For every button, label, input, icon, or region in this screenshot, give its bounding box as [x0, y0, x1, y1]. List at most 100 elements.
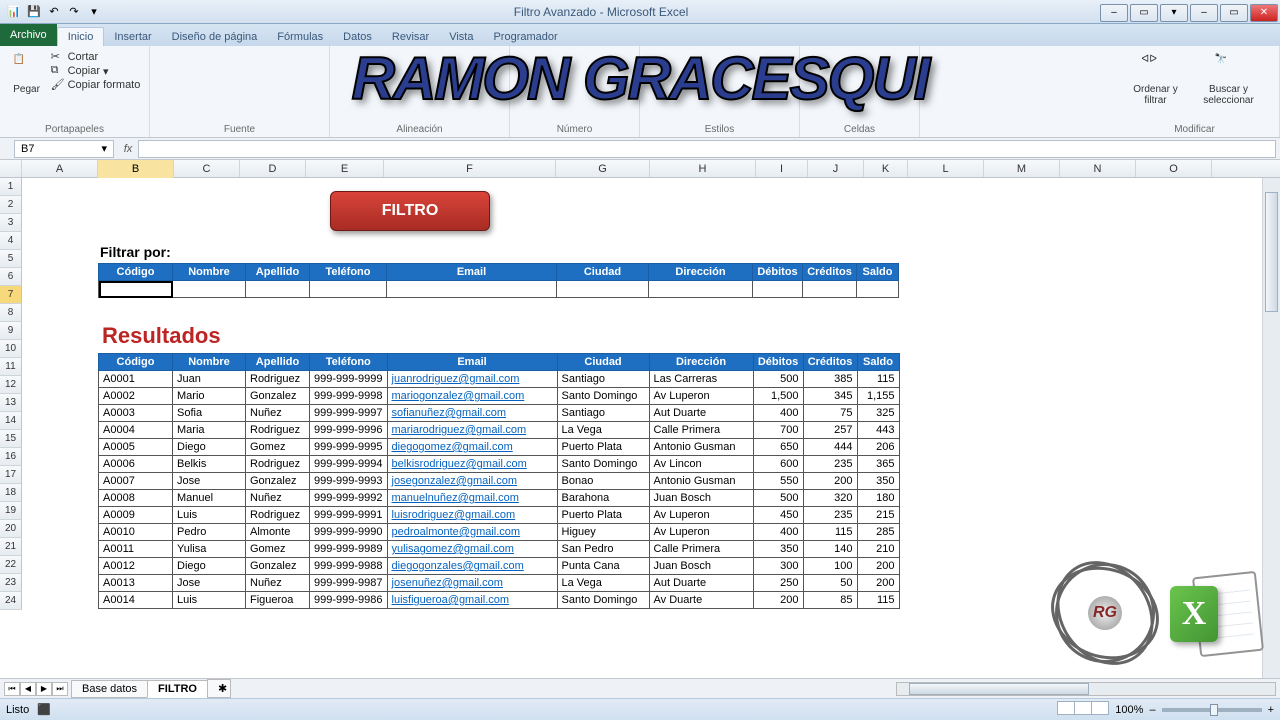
horizontal-scrollbar[interactable] — [896, 682, 1276, 696]
row-header-2[interactable]: 2 — [0, 196, 22, 214]
table-cell[interactable]: Santiago — [557, 405, 649, 422]
email-link[interactable]: diegogonzales@gmail.com — [392, 560, 524, 572]
row-header-17[interactable]: 17 — [0, 466, 22, 484]
table-cell[interactable]: Antonio Gusman — [649, 439, 753, 456]
table-cell[interactable]: Santiago — [557, 371, 649, 388]
table-cell[interactable]: 999-999-9999 — [310, 371, 388, 388]
row-header-18[interactable]: 18 — [0, 484, 22, 502]
table-cell[interactable]: A0009 — [99, 507, 173, 524]
table-cell[interactable]: 600 — [753, 456, 803, 473]
qat-more-icon[interactable]: ▾ — [86, 4, 102, 20]
table-cell[interactable]: 257 — [803, 422, 857, 439]
table-cell[interactable]: 443 — [857, 422, 899, 439]
table-cell[interactable]: 115 — [857, 371, 899, 388]
table-cell[interactable]: 650 — [753, 439, 803, 456]
table-cell[interactable]: josegonzalez@gmail.com — [387, 473, 557, 490]
row-header-24[interactable]: 24 — [0, 592, 22, 610]
formula-input[interactable] — [138, 140, 1276, 158]
table-cell[interactable]: Las Carreras — [649, 371, 753, 388]
table-cell[interactable]: A0011 — [99, 541, 173, 558]
email-link[interactable]: josegonzalez@gmail.com — [392, 475, 518, 487]
row-header-1[interactable]: 1 — [0, 178, 22, 196]
sheet-nav-last-icon[interactable]: ⏭ — [52, 682, 68, 696]
table-cell[interactable]: 999-999-9991 — [310, 507, 388, 524]
table-cell[interactable]: Puerto Plata — [557, 439, 649, 456]
col-header-O[interactable]: O — [1136, 160, 1212, 177]
table-cell[interactable]: 200 — [803, 473, 857, 490]
vertical-scrollbar[interactable] — [1262, 178, 1280, 678]
table-cell[interactable]: 400 — [753, 524, 803, 541]
table-cell[interactable]: 550 — [753, 473, 803, 490]
table-cell[interactable]: Gomez — [246, 541, 310, 558]
table-cell[interactable]: 300 — [753, 558, 803, 575]
table-cell[interactable]: Puerto Plata — [557, 507, 649, 524]
table-cell[interactable]: Nuñez — [246, 490, 310, 507]
table-cell[interactable]: A0012 — [99, 558, 173, 575]
sheet-tab-filtro[interactable]: FILTRO — [147, 680, 208, 698]
sheet-tab-basedatos[interactable]: Base datos — [71, 680, 148, 698]
row-header-11[interactable]: 11 — [0, 358, 22, 376]
table-cell[interactable]: Av Lincon — [649, 456, 753, 473]
table-cell[interactable]: Aut Duarte — [649, 575, 753, 592]
email-link[interactable]: luisrodriguez@gmail.com — [392, 509, 516, 521]
restore-button[interactable]: ▭ — [1130, 4, 1158, 22]
table-cell[interactable]: 235 — [803, 507, 857, 524]
select-all-corner[interactable] — [0, 160, 22, 177]
table-cell[interactable]: 100 — [803, 558, 857, 575]
table-cell[interactable]: Av Luperon — [649, 524, 753, 541]
minimize-ribbon-button[interactable]: ▾ — [1160, 4, 1188, 22]
email-link[interactable]: josenuñez@gmail.com — [392, 577, 503, 589]
table-cell[interactable]: 250 — [753, 575, 803, 592]
table-cell[interactable]: Sofia — [173, 405, 246, 422]
paste-button[interactable]: 📋 Pegar — [9, 50, 45, 122]
macro-record-icon[interactable]: ⬛ — [37, 703, 51, 716]
email-link[interactable]: juanrodriguez@gmail.com — [392, 373, 520, 385]
row-header-21[interactable]: 21 — [0, 538, 22, 556]
tab-insertar[interactable]: Insertar — [104, 28, 161, 46]
row-header-20[interactable]: 20 — [0, 520, 22, 538]
zoom-thumb[interactable] — [1210, 704, 1218, 716]
table-cell[interactable]: 999-999-9987 — [310, 575, 388, 592]
row-header-10[interactable]: 10 — [0, 340, 22, 358]
spreadsheet-grid[interactable]: A B C D E F G H I J K L M N O B 12345678… — [0, 160, 1280, 678]
sheet-nav-next-icon[interactable]: ▶ — [36, 682, 52, 696]
table-cell[interactable]: 400 — [753, 405, 803, 422]
vscroll-thumb[interactable] — [1265, 192, 1278, 312]
table-cell[interactable]: Gonzalez — [246, 473, 310, 490]
col-header-H[interactable]: H — [650, 160, 756, 177]
table-cell[interactable]: mariogonzalez@gmail.com — [387, 388, 557, 405]
tab-formulas[interactable]: Fórmulas — [267, 28, 333, 46]
row-header-12[interactable]: 12 — [0, 376, 22, 394]
table-cell[interactable]: Maria — [173, 422, 246, 439]
table-cell[interactable]: 115 — [803, 524, 857, 541]
table-cell[interactable]: 235 — [803, 456, 857, 473]
copy-button[interactable]: ⧉Copiar ▾ — [51, 64, 141, 78]
row-header-3[interactable]: 3 — [0, 214, 22, 232]
table-cell[interactable]: Juan — [173, 371, 246, 388]
table-cell[interactable]: 50 — [803, 575, 857, 592]
table-cell[interactable]: 500 — [753, 371, 803, 388]
row-header-22[interactable]: 22 — [0, 556, 22, 574]
table-cell[interactable]: Diego — [173, 439, 246, 456]
table-cell[interactable]: Bonao — [557, 473, 649, 490]
table-cell[interactable]: Av Duarte — [649, 592, 753, 609]
fx-icon[interactable]: fx — [118, 143, 138, 155]
minimize-button[interactable]: – — [1100, 4, 1128, 22]
file-tab[interactable]: Archivo — [0, 24, 57, 46]
format-painter-button[interactable]: 🖌Copiar formato — [51, 78, 141, 92]
table-cell[interactable]: 385 — [803, 371, 857, 388]
table-cell[interactable]: Rodriguez — [246, 422, 310, 439]
table-cell[interactable]: A0004 — [99, 422, 173, 439]
table-cell[interactable]: Rodriguez — [246, 371, 310, 388]
col-header-N[interactable]: N — [1060, 160, 1136, 177]
col-header-K[interactable]: K — [864, 160, 908, 177]
table-cell[interactable]: Juan Bosch — [649, 558, 753, 575]
table-cell[interactable]: Belkis — [173, 456, 246, 473]
table-cell[interactable]: diegogonzales@gmail.com — [387, 558, 557, 575]
table-cell[interactable]: 350 — [753, 541, 803, 558]
table-cell[interactable]: Jose — [173, 473, 246, 490]
table-cell[interactable]: 999-999-9997 — [310, 405, 388, 422]
zoom-in-button[interactable]: + — [1268, 704, 1274, 716]
table-cell[interactable]: 700 — [753, 422, 803, 439]
email-link[interactable]: mariogonzalez@gmail.com — [392, 390, 525, 402]
